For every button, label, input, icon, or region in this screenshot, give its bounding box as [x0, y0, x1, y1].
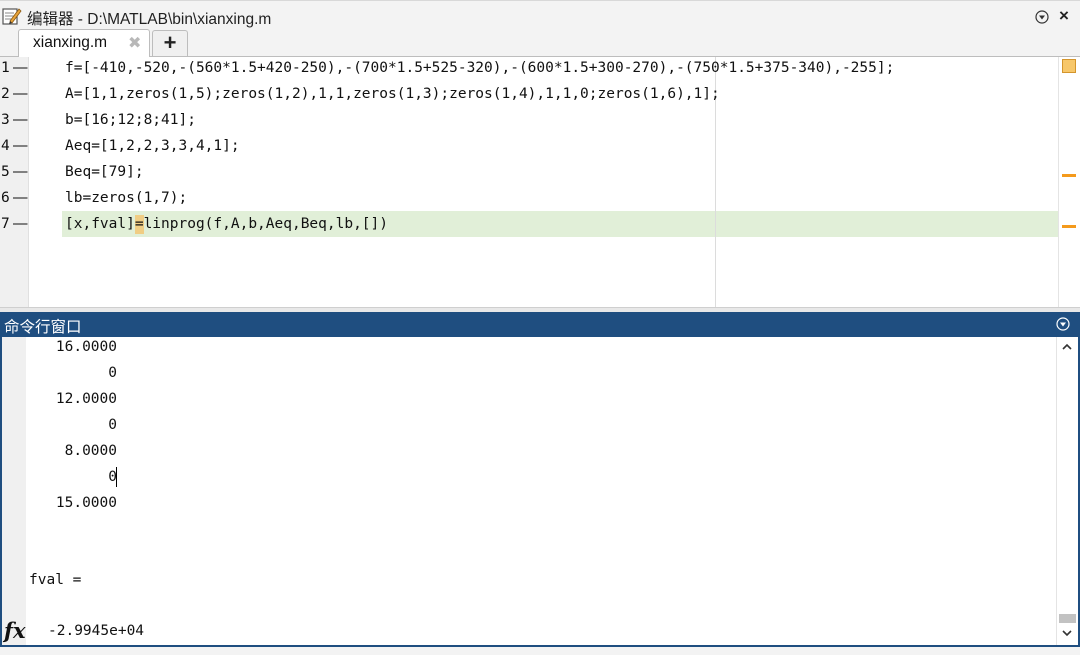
command-window-scrollbar[interactable]	[1056, 337, 1078, 645]
editor-title: 编辑器 - D:\MATLAB\bin\xianxing.m	[27, 11, 272, 28]
code-editor[interactable]: 1 — 2 — 3 — 4 — 5 — 6 — 7 — f=[-410,-520…	[0, 57, 1080, 307]
output-value: 0	[108, 417, 117, 433]
breakpoint-marker[interactable]: —	[13, 112, 28, 128]
line-number: 3	[1, 112, 10, 128]
code-line[interactable]: [x,fval]=linprog(f,A,b,Aeq,Beq,lb,[])	[65, 216, 388, 232]
output-value: 8.0000	[64, 443, 117, 459]
output-value: 0	[108, 469, 117, 485]
command-window-title: 命令行窗口	[4, 319, 82, 336]
fval-value: -2.9945e+04	[48, 623, 145, 639]
breakpoint-marker[interactable]: —	[13, 164, 28, 180]
code-line[interactable]: A=[1,1,zeros(1,5);zeros(1,2),1,1,zeros(1…	[65, 86, 720, 102]
scroll-down-icon[interactable]	[1060, 626, 1074, 640]
line-number-gutter: 1 — 2 — 3 — 4 — 5 — 6 — 7 —	[0, 57, 29, 307]
line-number: 5	[1, 164, 10, 180]
tab-label: xianxing.m	[33, 34, 108, 51]
breakpoint-marker[interactable]: —	[13, 190, 28, 206]
fval-label: fval =	[29, 572, 82, 588]
new-tab-button[interactable]: +	[152, 30, 188, 56]
code-analyzer-status-icon[interactable]	[1062, 59, 1076, 73]
tab-close-icon[interactable]: ✖	[128, 33, 141, 53]
line-number: 2	[1, 86, 10, 102]
editor-actions-menu-icon[interactable]	[1035, 10, 1049, 24]
line-number: 4	[1, 138, 10, 154]
command-window[interactable]: 16.0000 0 12.0000 0 8.0000 0 15.0000 fva…	[0, 337, 1080, 647]
code-line[interactable]: lb=zeros(1,7);	[65, 190, 187, 206]
editor-close-icon[interactable]: ×	[1056, 7, 1072, 24]
text-caret	[116, 467, 117, 487]
output-value: 0	[108, 365, 117, 381]
tab-xianxing-m[interactable]: xianxing.m ✖	[18, 29, 150, 57]
code-line[interactable]: b=[16;12;8;41];	[65, 112, 196, 128]
scrollbar-thumb[interactable]	[1059, 614, 1076, 623]
command-window-gutter	[2, 337, 26, 645]
line-number: 6	[1, 190, 10, 206]
scroll-up-icon[interactable]	[1060, 340, 1074, 354]
editor-pencil-icon	[2, 8, 22, 25]
code-line[interactable]: Beq=[79];	[65, 164, 144, 180]
breakpoint-marker[interactable]: —	[13, 86, 28, 102]
output-value: 15.0000	[55, 495, 117, 511]
breakpoint-marker[interactable]: —	[13, 60, 28, 76]
warning-marker[interactable]	[1062, 225, 1076, 228]
breakpoint-marker[interactable]: —	[13, 216, 28, 232]
output-value: 12.0000	[55, 391, 117, 407]
warning-marker[interactable]	[1062, 174, 1076, 177]
breakpoint-marker[interactable]: —	[13, 138, 28, 154]
editor-scrollbar[interactable]	[1058, 57, 1080, 307]
function-browser-icon[interactable]: fx	[4, 618, 26, 643]
code-line[interactable]: Aeq=[1,2,2,3,3,4,1];	[65, 138, 240, 154]
editor-titlebar: 编辑器 - D:\MATLAB\bin\xianxing.m ×	[0, 0, 1080, 32]
line-number: 1	[1, 60, 10, 76]
output-value: 16.0000	[55, 339, 117, 355]
line-number: 7	[1, 216, 10, 232]
command-window-titlebar: 命令行窗口	[0, 312, 1080, 337]
command-window-menu-icon[interactable]	[1056, 317, 1070, 331]
code-line[interactable]: f=[-410,-520,-(560*1.5+420-250),-(700*1.…	[65, 60, 894, 76]
